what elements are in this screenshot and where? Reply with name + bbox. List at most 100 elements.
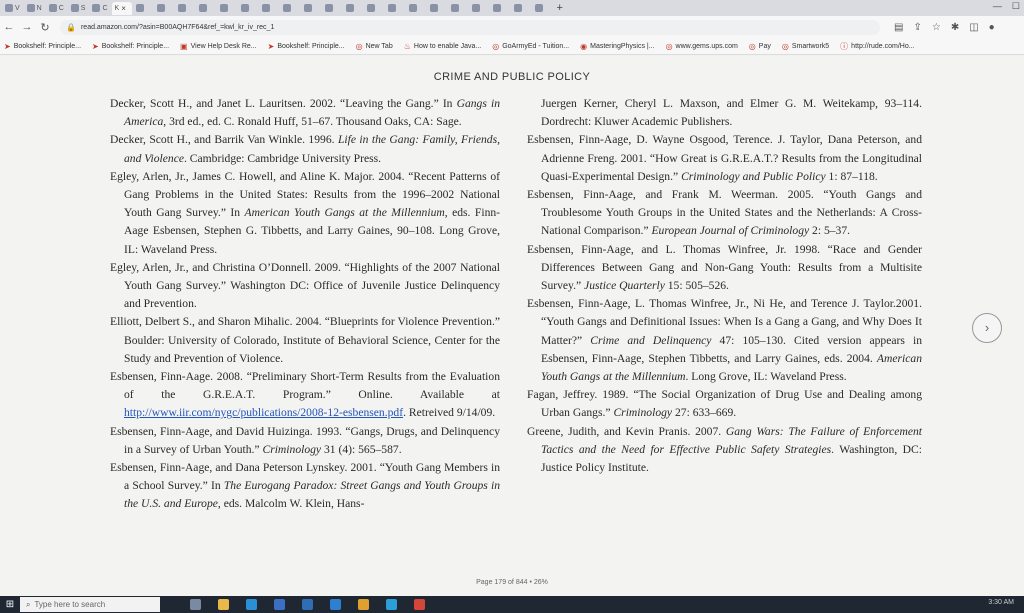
browser-tab[interactable] [364, 2, 384, 15]
taskbar: ⊞ ⌕ Type here to search 3:30 AM [0, 596, 1024, 613]
bookmark-icon: ➤ [4, 41, 11, 51]
tab-favicon-icon [408, 4, 417, 12]
back-icon[interactable]: ← [0, 21, 18, 33]
browser-tab[interactable] [196, 2, 216, 15]
browser-tab[interactable] [406, 2, 426, 15]
star-icon[interactable]: ☆ [932, 22, 941, 33]
gmail-icon[interactable] [414, 599, 425, 610]
taskbar-search[interactable]: ⌕ Type here to search [20, 597, 160, 612]
mail-icon[interactable] [302, 599, 313, 610]
bookmark-item[interactable]: ◉ MasteringPhysics |... [580, 42, 654, 51]
browser-tab[interactable] [259, 2, 279, 15]
navigation-bar: ← → ↻ 🔒 read.amazon.com/?asin=B00AQH7F64… [0, 16, 1024, 38]
browser-tab[interactable] [469, 2, 489, 15]
new-tab-button[interactable]: + [557, 2, 563, 14]
bookmark-item[interactable]: ◎ Smartwork5 [782, 42, 829, 51]
tab-favicon-icon [135, 4, 144, 12]
browser-tab[interactable] [175, 2, 195, 15]
profile-icon[interactable]: ● [989, 22, 995, 33]
forward-icon[interactable]: → [18, 21, 36, 33]
bookmark-item[interactable]: ◎ Pay [749, 42, 771, 51]
store-icon[interactable] [274, 599, 285, 610]
bookmark-item[interactable]: ⓘ http://rude.com/Ho... [840, 41, 914, 52]
close-tab-icon[interactable]: × [121, 4, 126, 13]
app-icon[interactable] [330, 599, 341, 610]
tab-favicon-icon [240, 4, 249, 12]
next-page-button[interactable]: › [972, 313, 1002, 343]
info-icon: ⓘ [840, 41, 849, 51]
tab-favicon-icon [5, 4, 13, 12]
reference-entry: Esbensen, Finn-Aage, and David Huizinga.… [110, 424, 500, 456]
minimize-icon[interactable]: — [993, 1, 1002, 12]
bookmark-item[interactable]: ◎ www.gems.ups.com [666, 42, 738, 51]
url-text: read.amazon.com/?asin=B00AQH7F64&ref_=kw… [80, 23, 275, 31]
clock[interactable]: 3:30 AM [988, 599, 1014, 606]
tab-favicon-icon [513, 4, 522, 12]
browser-tab[interactable] [280, 2, 300, 15]
edge-beta-icon[interactable] [386, 599, 397, 610]
browser-tab[interactable] [154, 2, 174, 15]
window-controls: — ☐ [993, 1, 1020, 12]
bookmark-item[interactable]: ▣ View Help Desk Re... [180, 42, 257, 51]
reader-page: CRIME AND PUBLIC POLICY Decker, Scott H.… [0, 56, 1024, 596]
browser-tab[interactable]: V [2, 2, 23, 15]
bookmark-item[interactable]: ♨ How to enable Java... [404, 42, 482, 51]
tab-favicon-icon [219, 4, 228, 12]
reload-icon[interactable]: ↻ [36, 21, 54, 34]
bookmark-icon: ➤ [267, 41, 275, 51]
edge-icon[interactable] [246, 599, 257, 610]
address-bar[interactable]: 🔒 read.amazon.com/?asin=B00AQH7F64&ref_=… [60, 19, 880, 35]
browser-tab[interactable]: C [46, 2, 67, 15]
browser-tab[interactable] [322, 2, 342, 15]
browser-tab[interactable]: N [24, 2, 45, 15]
browser-tab[interactable] [238, 2, 258, 15]
browser-tab[interactable] [343, 2, 363, 15]
running-head: CRIME AND PUBLIC POLICY [433, 71, 591, 83]
sidebar-icon[interactable]: ◫ [969, 22, 978, 33]
reference-entry: Decker, Scott H., and Barrik Van Winkle.… [110, 133, 500, 165]
lock-icon: 🔒 [66, 22, 76, 32]
globe-icon: ◎ [665, 41, 673, 51]
bookmark-icon: ▣ [180, 41, 188, 51]
browser-tab[interactable] [532, 2, 552, 15]
page-progress: Page 179 of 844 • 26% [476, 579, 548, 586]
bookmark-item[interactable]: ◎ GoArmyEd - Tuition... [492, 42, 569, 51]
reference-entry: Fagan, Jeffrey. 1989. “The Social Organi… [527, 388, 922, 420]
tab-favicon-icon [92, 4, 101, 12]
browser-tab[interactable]: S [68, 2, 89, 15]
browser-tab[interactable] [427, 2, 447, 15]
toolbar-icons: ▤ ⇪ ☆ ✱ ◫ ● [894, 22, 995, 33]
reference-entry: Esbensen, Finn-Aage, L. Thomas Winfree, … [527, 297, 922, 384]
java-icon: ♨ [403, 41, 411, 51]
browser-tab[interactable] [301, 2, 321, 15]
windows-start-icon[interactable]: ⊞ [0, 599, 20, 610]
browser-tab[interactable] [511, 2, 531, 15]
browser-tab[interactable] [217, 2, 237, 15]
bookmark-item[interactable]: ➤ Bookshelf: Principle... [92, 42, 169, 51]
share-icon[interactable]: ⇪ [913, 22, 921, 33]
browser-tab[interactable] [448, 2, 468, 15]
browser-tab[interactable] [133, 2, 153, 15]
search-icon: ⌕ [26, 599, 31, 609]
globe-icon: ◎ [492, 41, 500, 51]
reference-entry: Egley, Arlen, Jr., and Christina O’Donne… [110, 260, 500, 311]
bookmark-item[interactable]: ➤ Bookshelf: Principle... [4, 42, 81, 51]
reader-icon[interactable]: ▤ [894, 22, 903, 33]
browser-tab[interactable] [490, 2, 510, 15]
chrome-icon[interactable] [358, 599, 369, 610]
reference-entry: Esbensen, Finn-Aage. 2008. “Preliminary … [110, 370, 500, 420]
browser-tab[interactable]: C [89, 2, 110, 15]
reference-entry: Esbensen, Finn-Aage, D. Wayne Osgood, Te… [527, 133, 922, 183]
file-explorer-icon[interactable] [218, 599, 229, 610]
browser-tab-active[interactable]: K × [111, 1, 132, 15]
bookmark-item[interactable]: ➤ Bookshelf: Principle... [268, 42, 345, 51]
bookmark-item[interactable]: ◎ New Tab [356, 42, 393, 51]
bookmarks-bar: ➤ Bookshelf: Principle... ➤ Bookshelf: Pri… [0, 38, 1024, 55]
browser-tab[interactable] [385, 2, 405, 15]
extensions-icon[interactable]: ✱ [951, 22, 959, 33]
reference-link[interactable]: http://www.iir.com/nygc/publications/200… [124, 406, 403, 419]
task-view-icon[interactable] [190, 599, 201, 610]
reference-column-left: Decker, Scott H., and Janet L. Lauritsen… [110, 95, 500, 514]
tab-favicon-icon [282, 4, 291, 12]
maximize-icon[interactable]: ☐ [1012, 1, 1020, 12]
